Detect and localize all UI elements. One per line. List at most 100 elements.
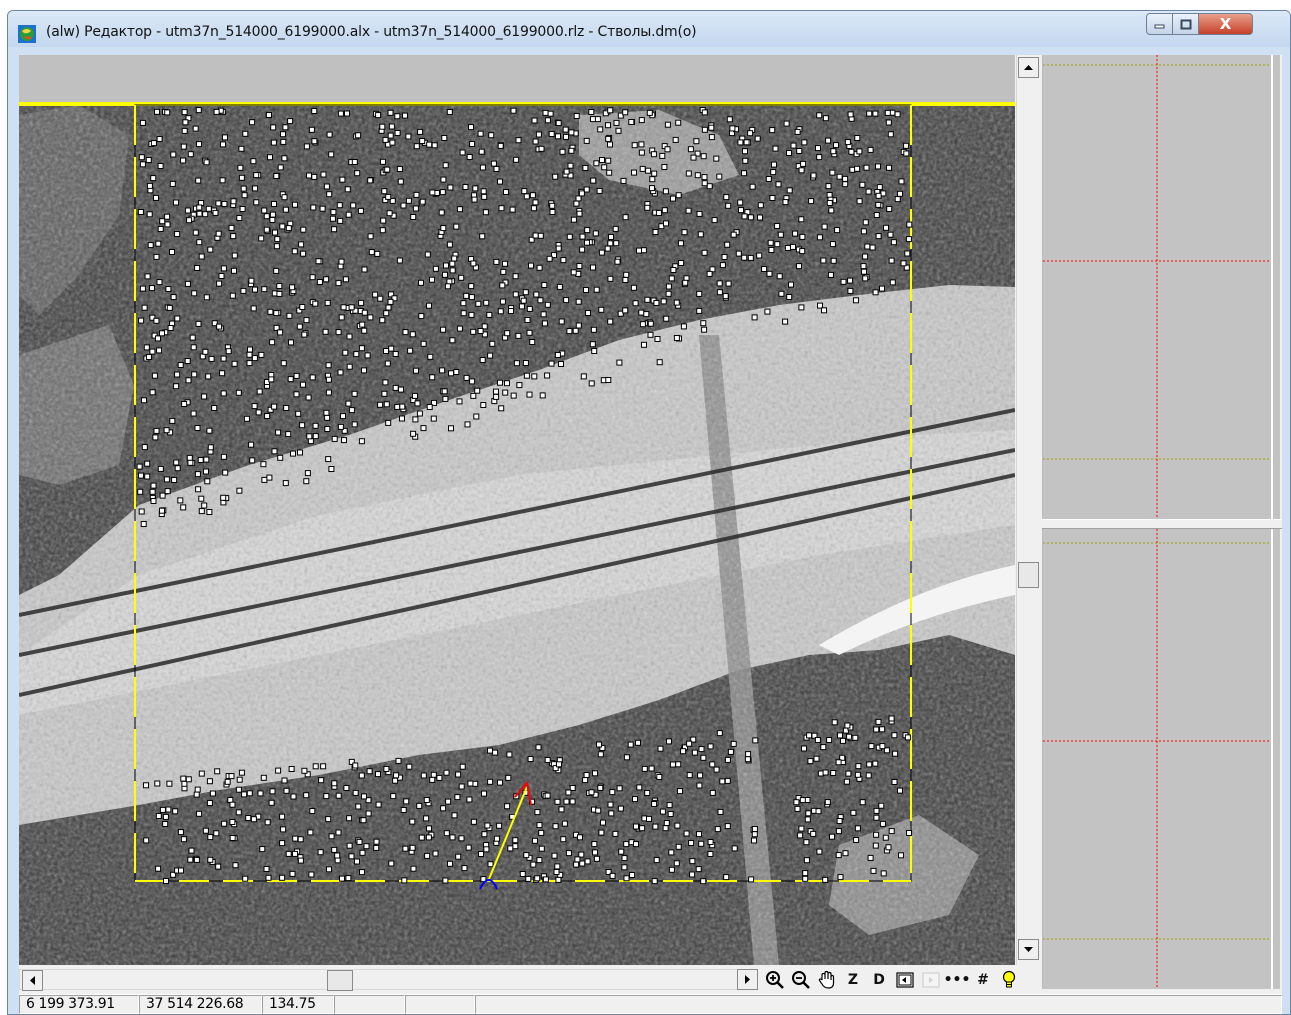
tree-marker[interactable] (436, 774, 443, 781)
tree-marker[interactable] (856, 198, 863, 205)
tree-marker[interactable] (872, 289, 879, 296)
tree-marker[interactable] (403, 798, 410, 805)
tree-marker[interactable] (146, 211, 153, 218)
tree-marker[interactable] (678, 260, 685, 266)
tree-marker[interactable] (138, 472, 144, 479)
tree-marker[interactable] (157, 226, 164, 232)
tree-marker[interactable] (473, 413, 480, 420)
tree-marker[interactable] (367, 314, 374, 321)
tree-marker[interactable] (591, 348, 598, 354)
tree-marker[interactable] (242, 875, 249, 882)
tree-marker[interactable] (447, 184, 454, 191)
tree-marker[interactable] (862, 253, 869, 260)
tree-marker[interactable] (738, 207, 744, 214)
tree-marker[interactable] (724, 777, 731, 784)
tree-marker[interactable] (409, 844, 416, 851)
tree-marker[interactable] (337, 217, 344, 224)
tree-marker[interactable] (641, 341, 647, 348)
tree-marker[interactable] (198, 495, 205, 502)
tree-marker[interactable] (751, 314, 758, 321)
tree-marker[interactable] (163, 476, 170, 483)
tree-marker[interactable] (499, 282, 506, 289)
tree-marker[interactable] (786, 294, 793, 300)
tree-marker[interactable] (386, 210, 393, 217)
tree-marker[interactable] (600, 819, 606, 826)
tree-marker[interactable] (897, 787, 903, 794)
tree-marker[interactable] (338, 258, 345, 265)
tree-marker[interactable] (235, 389, 242, 396)
tree-marker[interactable] (153, 317, 160, 324)
tree-marker[interactable] (713, 766, 720, 773)
tree-marker[interactable] (273, 173, 280, 179)
tree-marker[interactable] (580, 373, 587, 380)
tree-marker[interactable] (442, 395, 449, 402)
tree-marker[interactable] (159, 507, 165, 514)
tree-marker[interactable] (330, 209, 337, 216)
tree-marker[interactable] (138, 154, 145, 161)
tree-marker[interactable] (673, 299, 680, 306)
tree-marker[interactable] (522, 289, 529, 296)
tree-marker[interactable] (599, 157, 605, 163)
tree-marker[interactable] (372, 291, 379, 298)
tree-marker[interactable] (731, 845, 738, 852)
tree-marker[interactable] (565, 789, 572, 796)
tree-marker[interactable] (184, 358, 191, 364)
tree-marker[interactable] (592, 770, 598, 777)
tree-marker[interactable] (859, 799, 866, 806)
tree-marker[interactable] (285, 850, 292, 857)
tree-marker[interactable] (242, 130, 249, 137)
tree-marker[interactable] (269, 339, 276, 346)
tree-marker[interactable] (691, 749, 698, 756)
tree-marker[interactable] (296, 323, 303, 330)
tree-marker[interactable] (714, 826, 721, 833)
tree-marker[interactable] (159, 806, 166, 813)
tree-marker[interactable] (879, 285, 885, 292)
tree-marker[interactable] (765, 176, 772, 182)
tree-marker[interactable] (708, 134, 715, 141)
tree-marker[interactable] (147, 242, 154, 249)
tree-marker[interactable] (299, 304, 306, 310)
tree-marker[interactable] (245, 815, 252, 821)
tree-marker[interactable] (582, 777, 589, 784)
tree-marker[interactable] (670, 267, 677, 273)
tree-marker[interactable] (216, 323, 223, 330)
tree-marker[interactable] (597, 126, 604, 133)
tree-marker[interactable] (549, 202, 556, 209)
tree-marker[interactable] (835, 828, 842, 835)
tree-marker[interactable] (645, 167, 652, 174)
tree-marker[interactable] (290, 793, 297, 800)
tree-marker[interactable] (406, 763, 413, 770)
tree-marker[interactable] (479, 357, 486, 363)
tree-marker[interactable] (661, 207, 668, 214)
tree-marker[interactable] (496, 822, 503, 829)
tree-marker[interactable] (206, 509, 213, 515)
tree-marker[interactable] (866, 110, 873, 117)
tree-marker[interactable] (455, 853, 462, 860)
tree-marker[interactable] (276, 283, 283, 289)
tree-marker[interactable] (876, 184, 883, 191)
tree-marker[interactable] (757, 202, 764, 209)
tree-marker[interactable] (903, 142, 910, 149)
tree-marker[interactable] (184, 280, 191, 287)
tree-marker[interactable] (252, 185, 259, 192)
tree-marker[interactable] (440, 326, 447, 333)
tree-marker[interactable] (578, 190, 585, 197)
tree-marker[interactable] (481, 831, 488, 838)
tree-marker[interactable] (648, 765, 655, 772)
tree-marker[interactable] (628, 119, 635, 125)
tree-marker[interactable] (149, 348, 156, 355)
tree-marker[interactable] (677, 240, 684, 247)
tree-marker[interactable] (365, 810, 372, 817)
tree-marker[interactable] (873, 726, 880, 733)
tree-marker[interactable] (493, 835, 500, 842)
tree-marker[interactable] (835, 852, 842, 859)
tree-marker[interactable] (660, 298, 667, 305)
tree-marker[interactable] (231, 267, 237, 274)
tree-marker[interactable] (238, 145, 245, 152)
tree-marker[interactable] (487, 778, 494, 785)
tree-marker[interactable] (754, 135, 761, 142)
tree-marker[interactable] (879, 743, 886, 750)
tree-marker[interactable] (280, 131, 286, 138)
tree-marker[interactable] (803, 857, 810, 864)
tree-marker[interactable] (419, 138, 426, 144)
